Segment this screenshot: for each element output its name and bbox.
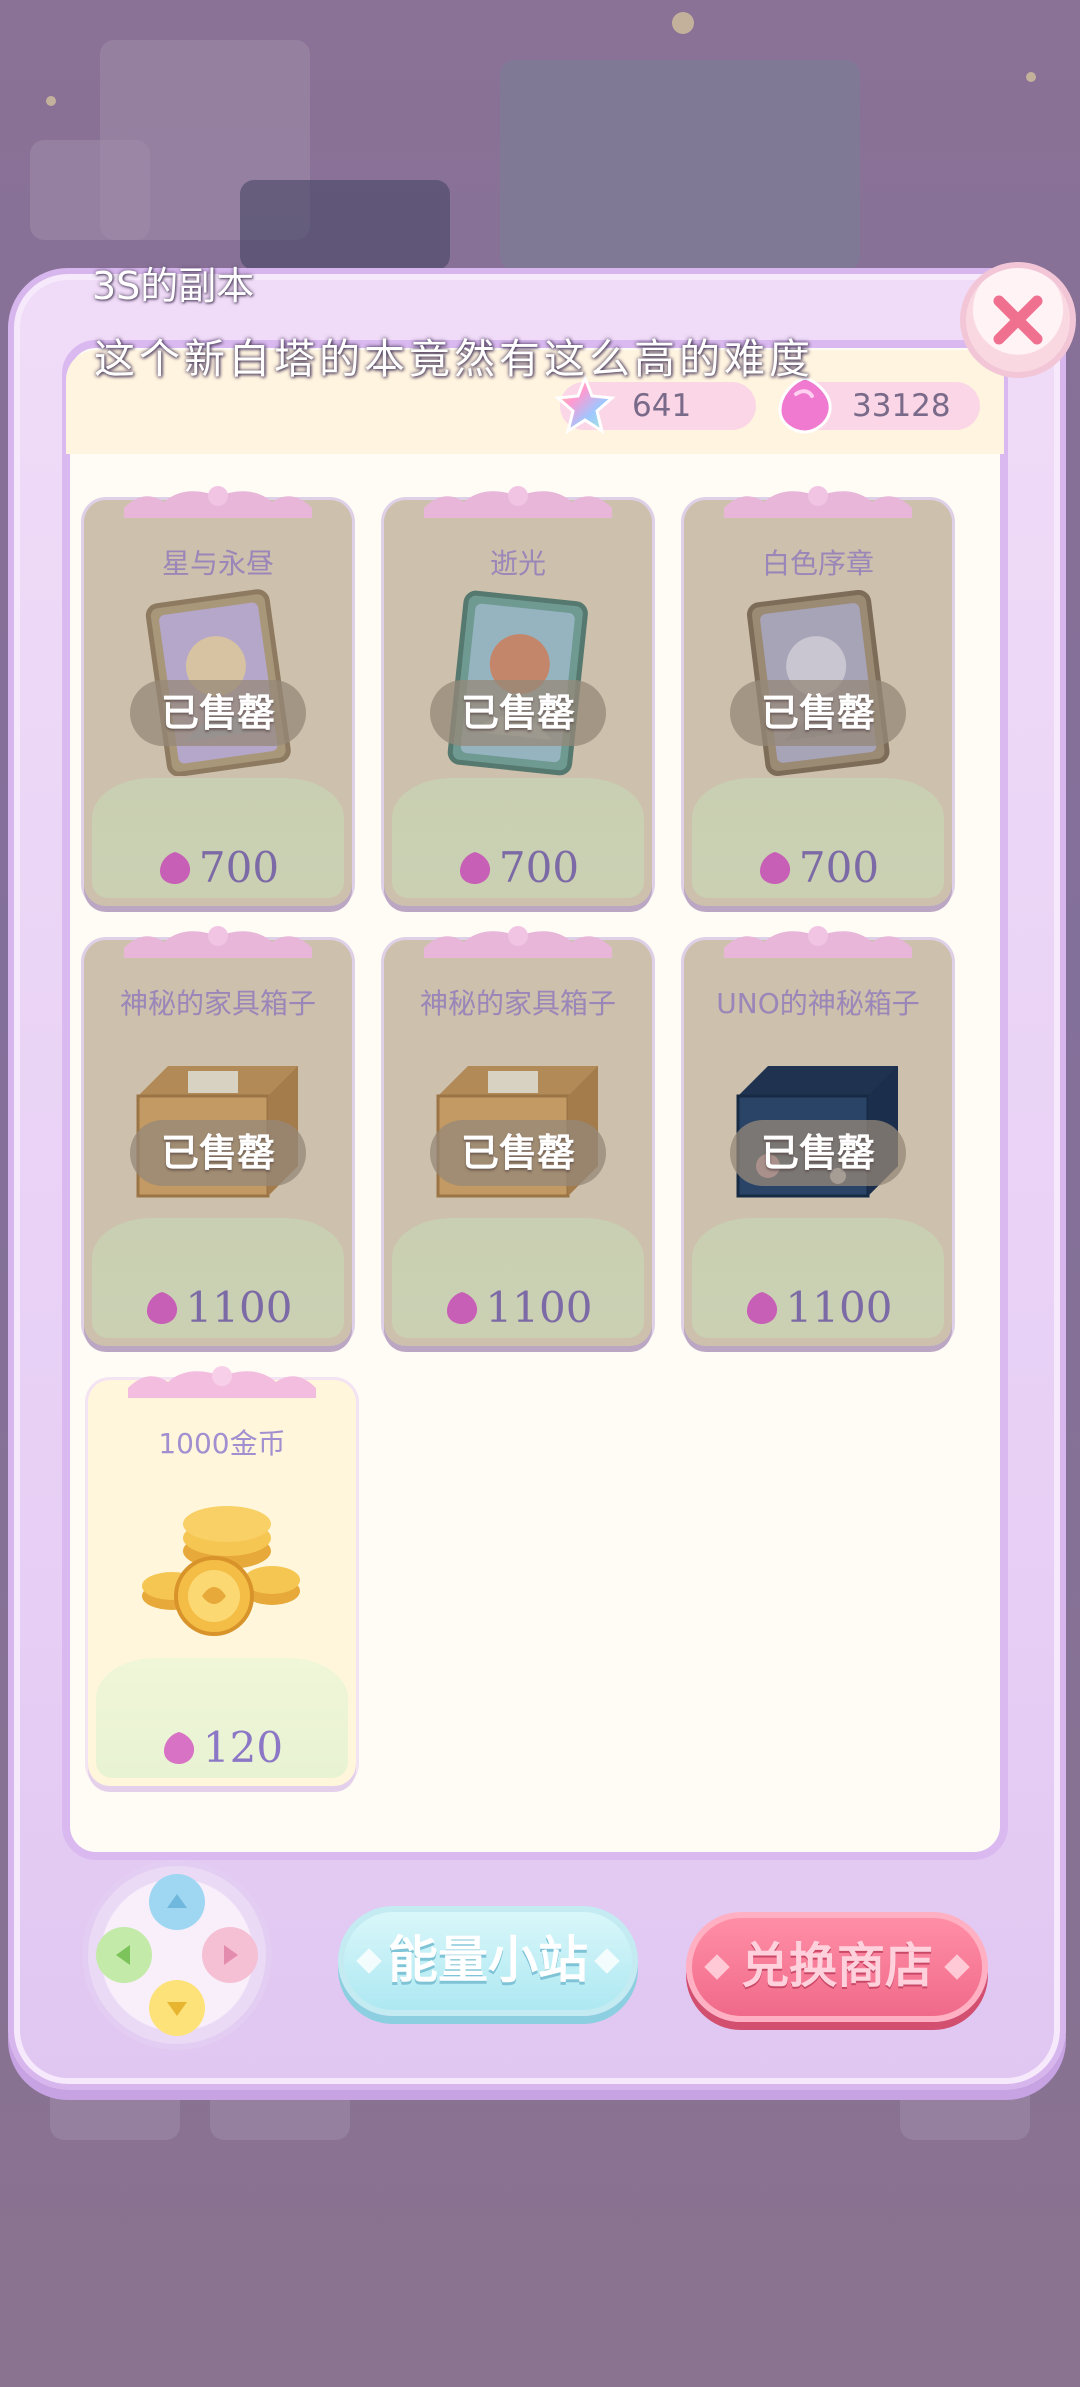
- gold-coins-image: [142, 1506, 300, 1636]
- background-desk: [240, 180, 450, 270]
- sold-out-badge: 已售罄: [730, 1120, 906, 1186]
- gem-icon: [459, 852, 490, 884]
- shop-item-card[interactable]: 逝光 已售罄 700: [384, 486, 652, 906]
- ribbon-icon: [724, 926, 912, 958]
- item-price: 700: [684, 843, 952, 892]
- item-title: 神秘的家具箱子: [119, 987, 316, 1020]
- ribbon-icon: [124, 486, 312, 518]
- notification-sender: 3S的副本: [92, 264, 255, 308]
- ribbon-icon: [424, 486, 612, 518]
- star-currency-display: 641: [554, 374, 756, 435]
- price-value: 700: [798, 843, 880, 892]
- gem-icon: [146, 1292, 177, 1324]
- background-building: [500, 60, 860, 270]
- dpad-control[interactable]: [82, 1860, 272, 2050]
- star-count: 641: [632, 388, 692, 424]
- item-title: 神秘的家具箱子: [419, 987, 616, 1020]
- price-value: 1100: [185, 1283, 293, 1332]
- sparkle-icon: [356, 1948, 382, 1974]
- arrow-down-icon: [167, 2002, 187, 2016]
- item-title: 星与永昼: [161, 547, 274, 580]
- gem-icon: [746, 1292, 777, 1324]
- background-star-icon: [1026, 72, 1036, 82]
- item-title: 白色序章: [761, 547, 874, 580]
- ribbon-icon: [124, 926, 312, 958]
- gem-icon: [759, 852, 790, 884]
- background-star-icon: [672, 12, 694, 34]
- shop-item-card[interactable]: 神秘的家具箱子 已售罄 1100: [384, 926, 652, 1346]
- exchange-shop-button[interactable]: 兑换商店: [686, 1912, 988, 2022]
- item-title: 1000金币: [158, 1427, 286, 1460]
- gem-currency-display: 33128: [778, 376, 980, 434]
- gem-icon: [163, 1732, 194, 1764]
- arrow-right-icon: [224, 1945, 238, 1965]
- item-price: 700: [384, 843, 652, 892]
- price-value: 120: [202, 1723, 284, 1772]
- dpad-left-button[interactable]: [96, 1927, 152, 1983]
- price-value: 1100: [785, 1283, 893, 1332]
- sold-out-badge: 已售罄: [130, 680, 306, 746]
- dpad-up-button[interactable]: [149, 1874, 205, 1930]
- price-value: 1100: [485, 1283, 593, 1332]
- energy-station-button[interactable]: 能量小站: [338, 1906, 638, 2016]
- shop-item-card[interactable]: 神秘的家具箱子 已售罄 1100: [84, 926, 352, 1346]
- price-value: 700: [198, 843, 280, 892]
- item-price: 1100: [84, 1283, 352, 1332]
- sold-out-badge: 已售罄: [730, 680, 906, 746]
- arrow-up-icon: [167, 1894, 187, 1908]
- ribbon-icon: [128, 1366, 316, 1398]
- sold-out-badge: 已售罄: [130, 1120, 306, 1186]
- shop-item-card[interactable]: 星与永昼 已售罄 700: [84, 486, 352, 906]
- item-price: 1100: [384, 1283, 652, 1332]
- item-title: 逝光: [489, 547, 546, 580]
- notification-message[interactable]: 这个新白塔的本竟然有这么高的难度: [94, 325, 814, 385]
- shop-item-card[interactable]: 1000金币 120: [88, 1366, 356, 1786]
- sparkle-icon: [594, 1948, 620, 1974]
- energy-station-label: 能量小站: [388, 1931, 588, 1989]
- gem-icon: [446, 1292, 477, 1324]
- shop-item-card[interactable]: 白色序章 已售罄 700: [684, 486, 952, 906]
- item-price: 700: [84, 843, 352, 892]
- gem-count: 33128: [852, 388, 951, 424]
- ribbon-icon: [724, 486, 912, 518]
- close-icon: [993, 295, 1043, 345]
- close-button[interactable]: [960, 262, 1076, 378]
- background-frame: [30, 140, 150, 240]
- price-value: 700: [498, 843, 580, 892]
- exchange-shop-label: 兑换商店: [740, 1938, 933, 1994]
- item-price: 1100: [684, 1283, 952, 1332]
- item-title: UNO的神秘箱子: [716, 987, 920, 1020]
- item-price: 120: [88, 1723, 356, 1772]
- arrow-left-icon: [116, 1945, 130, 1965]
- dpad-right-button[interactable]: [202, 1927, 258, 1983]
- dpad-down-button[interactable]: [149, 1980, 205, 2036]
- background-star-icon: [46, 96, 56, 106]
- sparkle-icon: [704, 1954, 730, 1980]
- ribbon-icon: [424, 926, 612, 958]
- sparkle-icon: [944, 1954, 970, 1980]
- sold-out-badge: 已售罄: [430, 1120, 606, 1186]
- shop-item-card[interactable]: UNO的神秘箱子 已售罄 1100: [684, 926, 952, 1346]
- gem-icon: [159, 852, 190, 884]
- sold-out-badge: 已售罄: [430, 680, 606, 746]
